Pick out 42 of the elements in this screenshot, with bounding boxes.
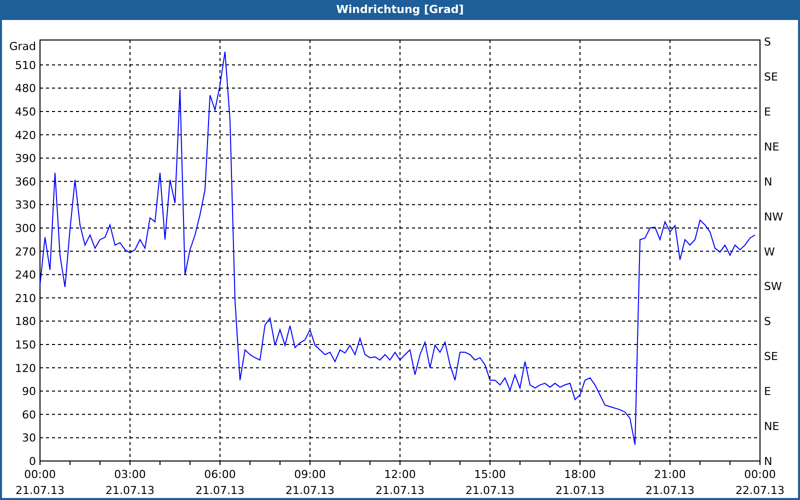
window-title: Windrichtung [Grad]: [336, 2, 464, 18]
y-axis-label: 270: [15, 245, 36, 258]
x-axis-label: 09:00 21.07.13: [286, 468, 334, 497]
y-axis-label: 0: [29, 455, 36, 468]
y-axis-title: Grad: [9, 40, 36, 53]
y-axis-label: 480: [15, 82, 36, 96]
y-axis-label: 510: [15, 58, 36, 72]
y-axis-label: 180: [15, 315, 36, 328]
y-axis-label: 120: [15, 362, 36, 375]
y-axis-label: 240: [15, 268, 36, 282]
x-axis-label: 21:00 21.07.13: [646, 468, 694, 497]
y-axis-label: 150: [15, 338, 36, 352]
x-axis-label: 03:00 21.07.13: [106, 468, 154, 497]
y-axis-label: 360: [15, 175, 36, 188]
y-axis-label: 30: [22, 432, 36, 445]
direction-label: W: [764, 245, 775, 258]
x-axis-label: 00:00 21.07.13: [16, 468, 64, 497]
direction-label: NW: [764, 210, 784, 224]
direction-label: N: [764, 175, 772, 188]
y-axis-label: 390: [15, 152, 36, 166]
direction-label: SE: [764, 350, 778, 364]
y-axis-label: 60: [22, 408, 36, 422]
x-axis-label: 00:00 22.07.13: [736, 468, 784, 497]
y-axis-label: 210: [15, 292, 36, 305]
direction-label: NE: [764, 420, 780, 434]
y-axis-label: 90: [22, 385, 36, 398]
direction-label: SE: [764, 70, 778, 84]
direction-label: E: [764, 105, 771, 118]
direction-label: S: [764, 315, 771, 328]
x-axis-label: 06:00 21.07.13: [196, 468, 244, 497]
direction-label: SW: [764, 280, 782, 294]
y-axis-label: 330: [15, 198, 36, 212]
x-axis-label: 12:00 21.07.13: [376, 468, 424, 497]
y-axis-label: 420: [15, 128, 36, 142]
x-axis-label: 15:00 21.07.13: [466, 468, 514, 497]
x-axis-label: 18:00 21.07.13: [556, 468, 604, 497]
direction-label: S: [764, 36, 771, 49]
y-axis-label: 450: [15, 105, 36, 118]
direction-label: NE: [764, 140, 780, 154]
direction-label: E: [764, 385, 771, 398]
direction-label: N: [764, 455, 772, 468]
y-axis-label: 300: [15, 222, 36, 235]
